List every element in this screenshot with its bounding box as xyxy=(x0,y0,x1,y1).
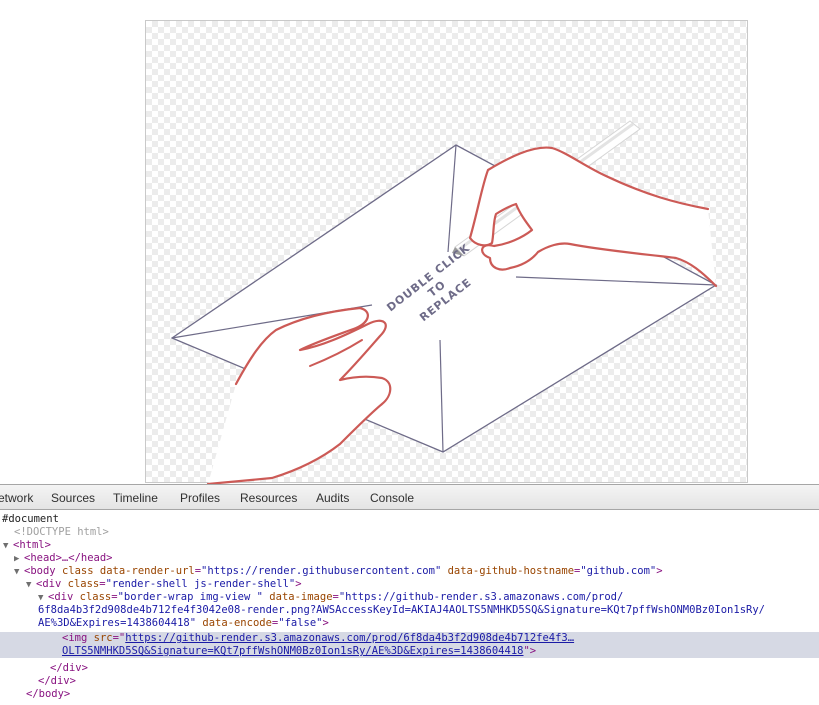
devtools-toolbar: etwork Sources Timeline Profiles Resourc… xyxy=(0,484,819,510)
wrap-attr-data-encode: data-encode xyxy=(202,617,272,629)
html-tag: <html> xyxy=(13,539,51,551)
expand-arrow-icon[interactable]: ▼ xyxy=(3,540,13,553)
tree-node-document[interactable]: #document xyxy=(2,513,59,526)
tree-node-border-wrap-cont: 6f8da4b3f2d908de4b712fe4f3042e08-render.… xyxy=(38,604,765,617)
body-val-hostname: "github.com" xyxy=(580,565,657,577)
body-attr-render-url: data-render-url xyxy=(99,565,195,577)
div-close-tag: </div> xyxy=(50,662,88,674)
wrap-val-data-encode: "false" xyxy=(278,617,323,629)
img-line-1: <img src="https://github-render.s3.amazo… xyxy=(62,632,575,644)
shell-val-class: "render-shell js-render-shell" xyxy=(105,578,296,590)
tab-network[interactable]: etwork xyxy=(0,491,33,505)
wrap-attr-class: class xyxy=(79,591,112,603)
document-label: #document xyxy=(2,513,59,525)
body-val-render-url: "https://render.githubusercontent.com" xyxy=(201,565,442,577)
tree-node-html[interactable]: ▼ <html> xyxy=(3,539,51,552)
wrap-val-data-image-2: 6f8da4b3f2d908de4b712fe4f3042e08-render.… xyxy=(38,604,765,616)
tree-node-img-selected[interactable]: <img src="https://github-render.s3.amazo… xyxy=(0,632,819,658)
tree-node-border-wrap[interactable]: ▼ <div class="border-wrap img-view " data… xyxy=(38,591,623,604)
tab-profiles[interactable]: Profiles xyxy=(180,491,220,505)
envelope-illustration[interactable]: DOUBLE CLICK TO REPLACE xyxy=(0,0,819,484)
shell-attr-class: class xyxy=(67,578,100,590)
img-line-2: OLTS5NMHKD5SQ&Signature=KQt7pffWshONM0Bz… xyxy=(62,645,537,657)
rendered-page: DOUBLE CLICK TO REPLACE xyxy=(0,0,819,484)
expand-arrow-icon[interactable]: ▼ xyxy=(26,579,36,592)
body-close-tag: </body> xyxy=(26,688,71,700)
tab-timeline[interactable]: Timeline xyxy=(113,491,158,505)
wrap-val-data-image-3: AE%3D&Expires=1438604418" xyxy=(38,617,197,629)
devtools-panel: etwork Sources Timeline Profiles Resourc… xyxy=(0,484,819,705)
tree-node-body-close[interactable]: </body> xyxy=(26,688,70,701)
elements-tree[interactable]: #document <!DOCTYPE html> ▼ <html> ▶ <head… xyxy=(0,511,819,705)
body-attr-class: class xyxy=(61,565,94,577)
tree-node-head[interactable]: ▶ <head>…</head> xyxy=(14,552,113,565)
expand-arrow-icon[interactable]: ▼ xyxy=(14,566,24,579)
wrap-tag: div xyxy=(54,591,74,603)
img-src-link-2[interactable]: OLTS5NMHKD5SQ&Signature=KQt7pffWshONM0Bz… xyxy=(62,645,523,657)
head-tag: <head>…</head> xyxy=(24,552,113,564)
tree-node-div-close[interactable]: </div> xyxy=(38,675,76,688)
tab-resources[interactable]: Resources xyxy=(240,491,297,505)
tab-console[interactable]: Console xyxy=(370,491,414,505)
wrap-val-data-image-1: "https://github-render.s3.amazonaws.com/… xyxy=(338,591,624,603)
tab-sources[interactable]: Sources xyxy=(51,491,95,505)
img-attr-src: src xyxy=(93,632,113,644)
wrap-attr-data-image: data-image xyxy=(269,591,333,603)
tree-node-div-close[interactable]: </div> xyxy=(50,662,88,675)
body-attr-hostname: data-github-hostname xyxy=(447,565,575,577)
tree-node-body[interactable]: ▼ <body class data-render-url="https://re… xyxy=(14,565,663,578)
div-close-tag: </div> xyxy=(38,675,76,687)
img-tag: img xyxy=(68,632,88,644)
tab-audits[interactable]: Audits xyxy=(316,491,349,505)
tree-node-doctype[interactable]: <!DOCTYPE html> xyxy=(14,526,109,539)
doctype-label: <!DOCTYPE html> xyxy=(14,526,109,538)
shell-tag: div xyxy=(42,578,62,590)
wrap-val-class: "border-wrap img-view " xyxy=(117,591,263,603)
tree-node-border-wrap-cont: AE%3D&Expires=1438604418" data-encode="f… xyxy=(38,617,329,629)
body-tag: body xyxy=(30,565,56,577)
tree-node-render-shell[interactable]: ▼ <div class="render-shell js-render-shel… xyxy=(26,578,302,591)
img-src-link-1[interactable]: https://github-render.s3.amazonaws.com/p… xyxy=(125,632,574,644)
